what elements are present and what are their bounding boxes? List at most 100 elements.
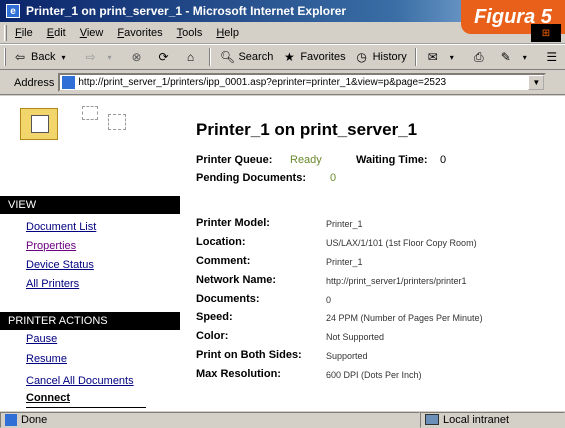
menu-edit[interactable]: Edit (47, 27, 66, 39)
property-label: Print on Both Sides: (196, 349, 302, 361)
refresh-button[interactable]: ⟳ (155, 49, 174, 65)
sidebar-divider (26, 407, 146, 408)
chevron-down-icon: ▾ (107, 52, 112, 62)
placeholder-image (108, 114, 126, 130)
favorites-button[interactable]: ★ Favorites (281, 49, 346, 65)
favorites-icon: ★ (283, 50, 295, 64)
sidebar-link-cancel-all[interactable]: Cancel All Documents (26, 375, 134, 387)
sidebar-link-resume[interactable]: Resume (26, 353, 67, 365)
history-icon: ◷ (356, 50, 367, 64)
windows-logo-icon: ⊞ (531, 24, 561, 42)
sidebar: VIEW Document List Properties Device Sta… (0, 96, 180, 410)
home-button[interactable]: ⌂ (182, 49, 201, 65)
chevron-down-icon: ▾ (449, 52, 454, 62)
history-label: History (372, 51, 407, 63)
status-bar: Done Local intranet (0, 410, 565, 428)
toolbar: ⇦ Back ▾ ⇨ ▾ ⊗ ⟳ ⌂ 🔍︎ Search ★ Favorites… (0, 44, 565, 70)
page-icon (62, 76, 76, 89)
waiting-value: 0 (440, 154, 447, 166)
property-label: Comment: (196, 255, 251, 267)
toolbar-separator (209, 48, 212, 66)
pending-value: 0 (330, 172, 337, 184)
mail-button[interactable]: ✉ ▾ (425, 49, 463, 65)
toolbar-grip (4, 48, 6, 66)
property-label: Printer Model: (196, 217, 270, 229)
address-label: Address (14, 76, 55, 89)
menu-help[interactable]: Help (216, 27, 239, 39)
zone-text: Local intranet (443, 413, 510, 426)
intranet-icon (425, 414, 439, 425)
chevron-down-icon: ▾ (61, 52, 66, 62)
property-label: Network Name: (196, 274, 277, 286)
sidebar-link-properties[interactable]: Properties (26, 240, 76, 252)
property-value: 0 (326, 295, 332, 305)
favorites-label: Favorites (300, 51, 346, 63)
sidebar-link-document-list[interactable]: Document List (26, 221, 96, 233)
address-input[interactable]: http://print_server_1/printers/ipp_0001.… (58, 73, 547, 92)
edit-button[interactable]: ✎ ▾ (498, 49, 536, 65)
main-panel: Printer_1 on print_server_1 Printer Queu… (196, 96, 565, 410)
mail-icon: ✉ (427, 50, 438, 64)
property-label: Location: (196, 236, 246, 248)
sidebar-link-pause[interactable]: Pause (26, 333, 57, 345)
page-title: Printer_1 on print_server_1 (196, 120, 418, 139)
property-value: Printer_1 (326, 219, 363, 229)
property-label: Speed: (196, 311, 233, 323)
address-url: http://print_server_1/printers/ipp_0001.… (78, 77, 447, 88)
sidebar-link-device-status[interactable]: Device Status (26, 259, 94, 271)
printer-actions-heading: PRINTER ACTIONS (0, 312, 180, 330)
address-dropdown-icon[interactable]: ▼ (528, 75, 545, 90)
print-icon: ⎙ (474, 49, 484, 64)
menu-file[interactable]: File (15, 27, 33, 39)
sidebar-link-connect[interactable]: Connect (26, 392, 70, 404)
stop-button[interactable]: ⊗ (128, 49, 147, 65)
chevron-down-icon: ▾ (522, 52, 527, 62)
ie-page-icon: e (6, 4, 20, 18)
property-value: http://print_server1/printers/printer1 (326, 276, 467, 286)
property-value: Printer_1 (326, 257, 363, 267)
printer-folder-icon (20, 108, 58, 140)
search-button[interactable]: 🔍︎ Search (219, 49, 273, 65)
discuss-button[interactable]: ☰ (544, 49, 563, 65)
menu-favorites[interactable]: Favorites (117, 27, 162, 39)
window-title: Printer_1 on print_server_1 - Microsoft … (26, 4, 347, 18)
queue-status: Ready (290, 154, 322, 166)
property-label: Max Resolution: (196, 368, 281, 380)
back-button[interactable]: ⇦ Back ▾ (12, 49, 74, 65)
forward-button[interactable]: ⇨ ▾ (82, 49, 120, 65)
menu-tools[interactable]: Tools (177, 27, 203, 39)
view-heading: VIEW (0, 196, 180, 214)
menu-grip (4, 24, 7, 41)
discuss-icon: ☰ (546, 50, 558, 64)
forward-arrow-icon: ⇨ (85, 50, 96, 64)
printer-paper-icon (31, 115, 49, 133)
property-label: Color: (196, 330, 229, 342)
edit-icon: ✎ (500, 50, 511, 64)
search-label: Search (238, 51, 274, 63)
queue-label: Printer Queue: (196, 154, 273, 166)
stop-icon: ⊗ (131, 50, 142, 64)
done-page-icon (5, 413, 17, 426)
placeholder-image (82, 106, 98, 120)
property-value: 600 DPI (Dots Per Inch) (326, 370, 422, 380)
property-value: Supported (326, 351, 368, 361)
home-icon: ⌂ (186, 50, 195, 64)
address-bar: Address http://print_server_1/printers/i… (0, 71, 565, 95)
page-content: VIEW Document List Properties Device Sta… (0, 96, 565, 410)
menu-view[interactable]: View (80, 27, 104, 39)
back-label: Back (31, 51, 56, 63)
refresh-icon: ⟳ (158, 50, 169, 64)
property-value: 24 PPM (Number of Pages Per Minute) (326, 313, 483, 323)
history-button[interactable]: ◷ History (354, 49, 407, 65)
sidebar-link-all-printers[interactable]: All Printers (26, 278, 79, 290)
waiting-label: Waiting Time: (356, 154, 428, 166)
zone-pane: Local intranet (420, 411, 565, 428)
property-label: Documents: (196, 293, 260, 305)
property-value: Not Supported (326, 332, 385, 342)
toolbar-separator (414, 48, 417, 66)
back-arrow-icon: ⇦ (14, 50, 26, 64)
search-icon: 🔍︎ (219, 50, 236, 64)
status-pane: Done (0, 411, 420, 428)
print-button[interactable]: ⎙ (471, 49, 490, 65)
menu-bar: File Edit View Favorites Tools Help (0, 22, 565, 44)
